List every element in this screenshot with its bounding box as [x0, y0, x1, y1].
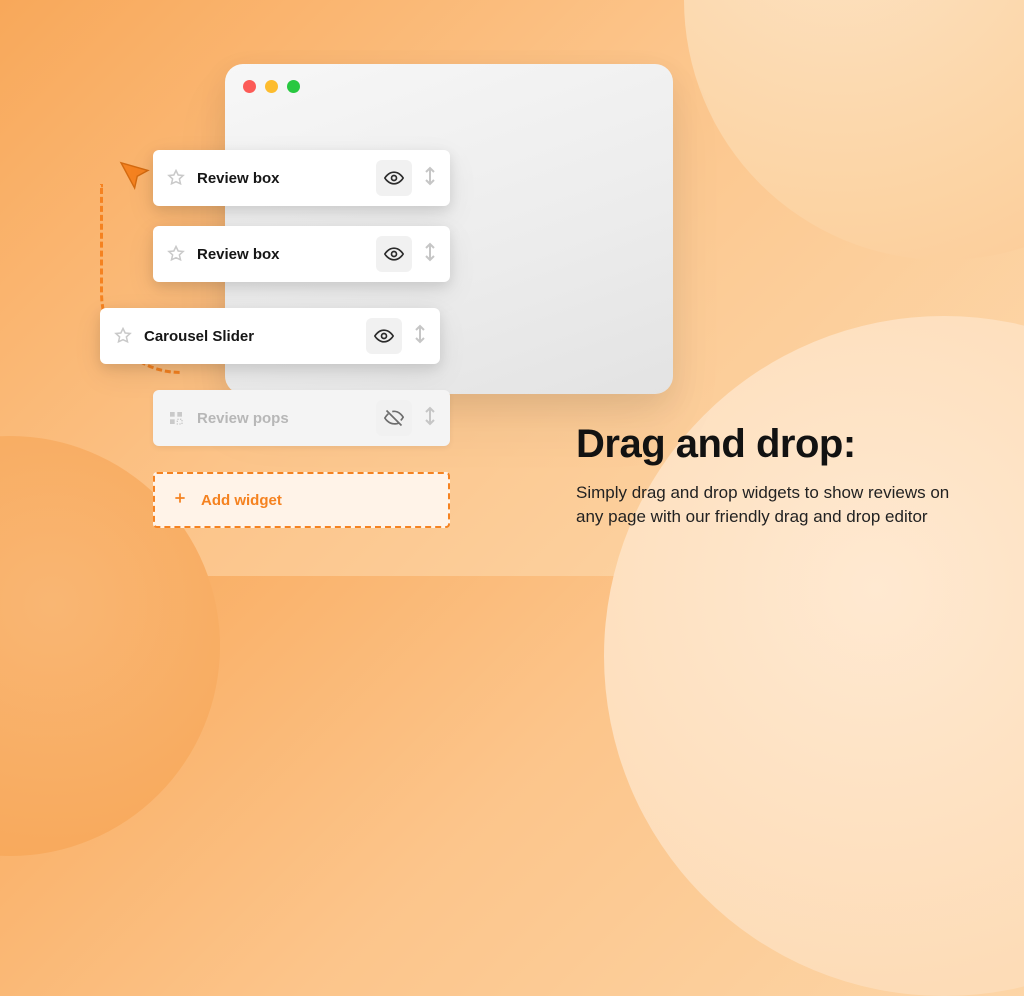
widget-list: Review box Review box Carousel S	[150, 150, 450, 528]
close-dot[interactable]	[243, 80, 256, 93]
add-widget-button[interactable]: Add widget	[153, 472, 450, 528]
traffic-lights	[243, 80, 300, 93]
marketing-copy: Drag and drop: Simply drag and drop widg…	[576, 422, 976, 530]
star-icon	[165, 169, 187, 187]
maximize-dot[interactable]	[287, 80, 300, 93]
widget-label: Review box	[197, 246, 376, 263]
headline: Drag and drop:	[576, 422, 976, 467]
subcopy: Simply drag and drop widgets to show rev…	[576, 481, 976, 530]
visibility-toggle[interactable]	[376, 236, 412, 272]
widget-label: Review box	[197, 170, 376, 187]
star-icon	[112, 327, 134, 345]
widget-card[interactable]: Carousel Slider	[100, 308, 440, 364]
widget-label: Carousel Slider	[144, 328, 366, 345]
visibility-toggle-off[interactable]	[376, 400, 412, 436]
minimize-dot[interactable]	[265, 80, 278, 93]
grid-icon	[165, 410, 187, 426]
plus-icon	[173, 491, 187, 509]
visibility-toggle[interactable]	[366, 318, 402, 354]
drag-handle-icon[interactable]	[422, 242, 438, 267]
drag-handle-icon[interactable]	[412, 324, 428, 349]
drag-handle-icon[interactable]	[422, 166, 438, 191]
drag-handle-icon[interactable]	[422, 406, 438, 431]
add-widget-label: Add widget	[201, 492, 282, 509]
widget-card[interactable]: Review box	[153, 150, 450, 206]
visibility-toggle[interactable]	[376, 160, 412, 196]
star-icon	[165, 245, 187, 263]
widget-card[interactable]: Review box	[153, 226, 450, 282]
widget-label: Review pops	[197, 410, 376, 427]
widget-card-disabled[interactable]: Review pops	[153, 390, 450, 446]
